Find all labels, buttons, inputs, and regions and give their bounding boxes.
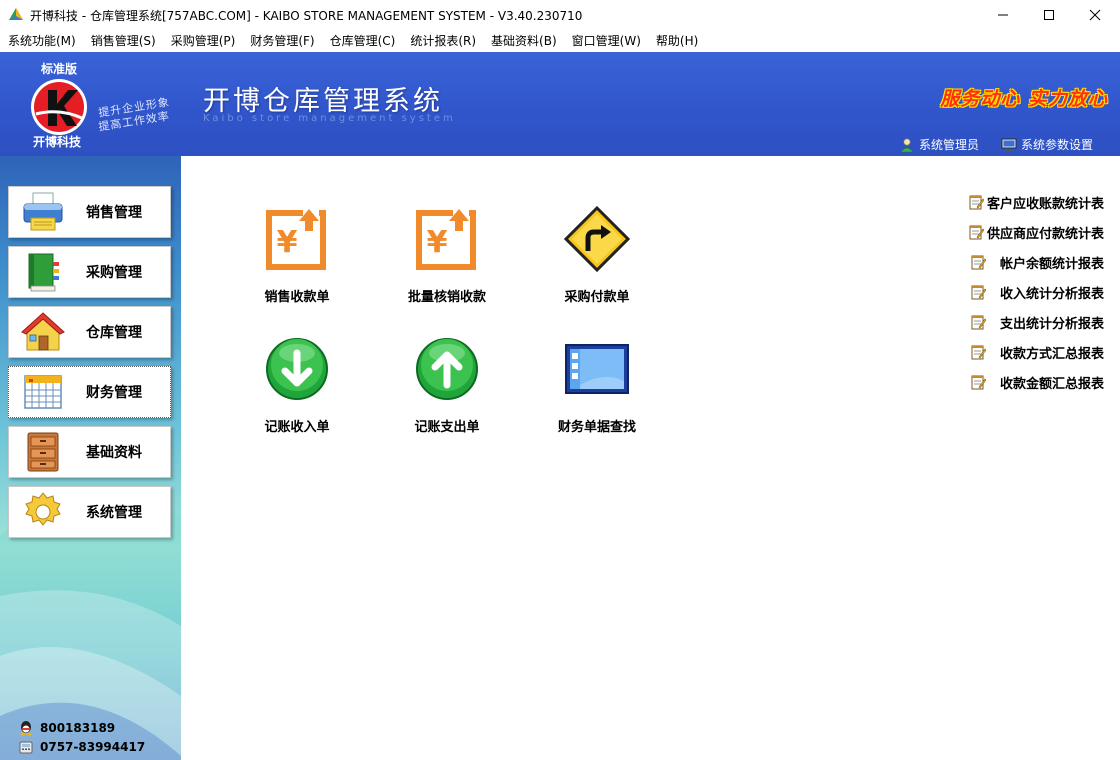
turn-right-sign-icon bbox=[564, 206, 630, 272]
cabinet-icon bbox=[27, 432, 59, 472]
menu-sales[interactable]: 销售管理(S) bbox=[83, 32, 163, 49]
tile-label: 采购付款单 bbox=[564, 290, 630, 305]
app-subtitle: Kaibo store management system bbox=[203, 113, 456, 124]
report-links: 客户应收账款统计表 供应商应付款统计表 帐户余额统计报表 收入统计分析报表 支出… bbox=[964, 187, 1104, 397]
qq-number: 800183189 bbox=[40, 721, 116, 735]
report-link-receipt-amount-summary[interactable]: 收款金额汇总报表 bbox=[964, 367, 1104, 397]
maximize-button[interactable] bbox=[1026, 0, 1072, 30]
maximize-icon bbox=[1044, 10, 1054, 20]
menu-help[interactable]: 帮助(H) bbox=[648, 32, 705, 49]
menu-system[interactable]: 系统功能(M) bbox=[0, 32, 83, 49]
tile-batch-writeoff[interactable]: ¥ 批量核销收款 bbox=[387, 206, 507, 316]
tile-purchase-payment[interactable]: 采购付款单 bbox=[537, 206, 657, 316]
sidebar-item-label: 仓库管理 bbox=[86, 325, 142, 341]
menu-reports[interactable]: 统计报表(R) bbox=[402, 32, 483, 49]
qq-contact: 800183189 bbox=[18, 720, 115, 736]
report-label: 支出统计分析报表 bbox=[999, 316, 1104, 332]
printer-icon bbox=[23, 192, 63, 231]
yen-receipt-icon: ¥ bbox=[416, 207, 476, 270]
sidebar-item-finance[interactable]: 财务管理 bbox=[8, 366, 171, 418]
user-icon bbox=[900, 137, 914, 152]
window-list-icon bbox=[565, 344, 629, 394]
report-label: 收款方式汇总报表 bbox=[999, 346, 1104, 362]
sidebar-item-system[interactable]: 系统管理 bbox=[8, 486, 171, 538]
menu-purchase[interactable]: 采购管理(P) bbox=[163, 32, 243, 49]
settings-label: 系统参数设置 bbox=[1021, 138, 1094, 152]
tile-income-entry[interactable]: 记账收入单 bbox=[237, 336, 357, 446]
report-link-customer-receivables[interactable]: 客户应收账款统计表 bbox=[964, 187, 1104, 217]
window-title: 开博科技 - 仓库管理系统[757ABC.COM] - KAIBO STORE … bbox=[30, 8, 583, 23]
menu-basic-data[interactable]: 基础资料(B) bbox=[483, 32, 564, 49]
menu-bar: 系统功能(M) 销售管理(S) 采购管理(P) 财务管理(F) 仓库管理(C) … bbox=[0, 30, 1120, 51]
yen-receipt-icon: ¥ bbox=[266, 207, 326, 270]
tile-label: 销售收款单 bbox=[264, 290, 330, 305]
report-label: 供应商应付款统计表 bbox=[986, 226, 1104, 242]
current-user[interactable]: 系统管理员 bbox=[899, 136, 979, 153]
qq-icon bbox=[20, 721, 32, 736]
tile-label: 财务单据查找 bbox=[557, 420, 636, 435]
phone-icon bbox=[19, 741, 33, 754]
tile-label: 记账支出单 bbox=[414, 420, 480, 435]
sidebar-item-warehouse[interactable]: 仓库管理 bbox=[8, 306, 171, 358]
phone-contact: 0757-83994417 bbox=[18, 739, 145, 755]
sidebar: 销售管理 采购管理 仓库管理 财务管理 基础资料 系统管理 800183189 … bbox=[0, 156, 181, 760]
report-link-supplier-payables[interactable]: 供应商应付款统计表 bbox=[964, 217, 1104, 247]
report-label: 收入统计分析报表 bbox=[999, 286, 1104, 302]
phone-number: 0757-83994417 bbox=[40, 740, 146, 754]
calendar-icon bbox=[24, 375, 62, 409]
sidebar-item-label: 基础资料 bbox=[86, 445, 142, 461]
tile-sales-receipt[interactable]: ¥ 销售收款单 bbox=[237, 206, 357, 316]
house-icon bbox=[21, 312, 65, 351]
notepad-icon bbox=[971, 375, 986, 390]
app-icon bbox=[9, 8, 23, 20]
sidebar-item-purchase[interactable]: 采购管理 bbox=[8, 246, 171, 298]
tile-label: 批量核销收款 bbox=[407, 290, 486, 305]
up-arrow-circle-icon bbox=[416, 338, 478, 400]
monitor-icon bbox=[1001, 138, 1017, 151]
system-settings-link[interactable]: 系统参数设置 bbox=[1001, 136, 1093, 153]
close-button[interactable] bbox=[1072, 0, 1118, 30]
svg-text:¥: ¥ bbox=[277, 225, 298, 260]
header-banner: 标准版 开博科技 提升企业形象 提高工作效率 开博仓库管理系统 Kaibo st… bbox=[0, 52, 1120, 156]
title-bar: 开博科技 - 仓库管理系统[757ABC.COM] - KAIBO STORE … bbox=[0, 0, 1120, 30]
book-icon bbox=[28, 253, 59, 292]
tile-label: 记账收入单 bbox=[264, 420, 330, 435]
report-link-expense-analysis[interactable]: 支出统计分析报表 bbox=[964, 307, 1104, 337]
minimize-button[interactable] bbox=[980, 0, 1026, 30]
edition-label: 标准版 bbox=[41, 62, 78, 76]
report-label: 客户应收账款统计表 bbox=[986, 196, 1104, 212]
svg-text:¥: ¥ bbox=[427, 225, 448, 260]
menu-finance[interactable]: 财务管理(F) bbox=[242, 32, 321, 49]
notepad-icon bbox=[969, 225, 984, 240]
notepad-icon bbox=[971, 345, 986, 360]
kaibo-logo-icon bbox=[31, 79, 87, 135]
main-panel: ¥ 销售收款单 ¥ 批量核销收款 采购付款单 记账收入单 记账支出单 财务单据查… bbox=[181, 156, 1120, 760]
notepad-icon bbox=[971, 255, 986, 270]
menu-window[interactable]: 窗口管理(W) bbox=[564, 32, 648, 49]
motto: 服务动心 实力放心 bbox=[940, 88, 1108, 110]
notepad-icon bbox=[971, 285, 986, 300]
minimize-icon bbox=[998, 14, 1008, 16]
gear-icon bbox=[25, 492, 61, 526]
report-link-account-balance[interactable]: 帐户余额统计报表 bbox=[964, 247, 1104, 277]
sidebar-item-basic-data[interactable]: 基础资料 bbox=[8, 426, 171, 478]
sidebar-item-sales[interactable]: 销售管理 bbox=[8, 186, 171, 238]
report-link-income-analysis[interactable]: 收入统计分析报表 bbox=[964, 277, 1104, 307]
close-icon bbox=[1089, 9, 1101, 21]
tile-expense-entry[interactable]: 记账支出单 bbox=[387, 336, 507, 446]
menu-warehouse[interactable]: 仓库管理(C) bbox=[322, 32, 403, 49]
notepad-icon bbox=[971, 315, 986, 330]
report-label: 收款金额汇总报表 bbox=[999, 376, 1104, 392]
tile-finance-doc-search[interactable]: 财务单据查找 bbox=[537, 336, 657, 446]
sidebar-item-label: 销售管理 bbox=[86, 205, 142, 221]
report-label: 帐户余额统计报表 bbox=[999, 256, 1104, 272]
sidebar-item-label: 系统管理 bbox=[86, 505, 142, 521]
user-label: 系统管理员 bbox=[919, 138, 980, 152]
sidebar-item-label: 采购管理 bbox=[86, 265, 142, 281]
report-link-payment-method-summary[interactable]: 收款方式汇总报表 bbox=[964, 337, 1104, 367]
company-name: 开博科技 bbox=[33, 135, 82, 149]
sidebar-item-label: 财务管理 bbox=[86, 385, 142, 401]
notepad-icon bbox=[969, 195, 984, 210]
down-arrow-circle-icon bbox=[266, 338, 328, 400]
